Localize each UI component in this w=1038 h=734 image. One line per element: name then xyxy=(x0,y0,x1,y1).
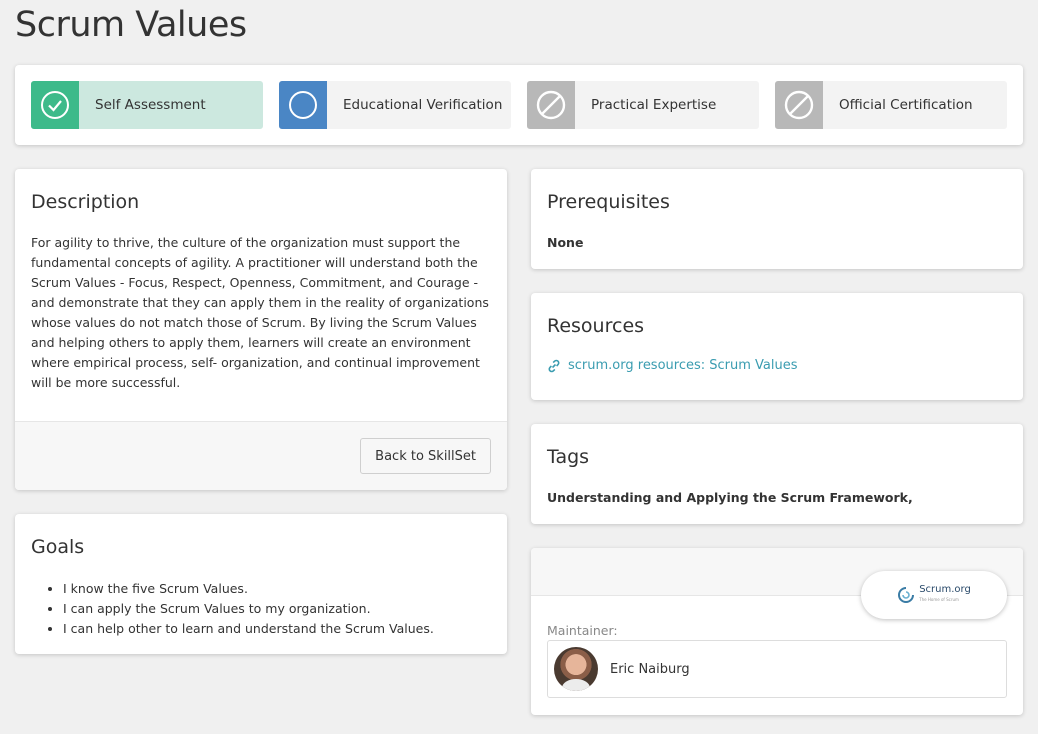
description-text: For agility to thrive, the culture of th… xyxy=(31,235,489,390)
maintainer-card: Scrum.org The Home of Scrum Maintainer: E… xyxy=(531,548,1023,715)
stage-official-certification[interactable]: Official Certification xyxy=(775,81,1007,129)
stage-label: Practical Expertise xyxy=(591,97,717,113)
page-title: Scrum Values xyxy=(15,5,247,45)
circle-icon xyxy=(279,81,327,129)
list-item: I can help other to learn and understand… xyxy=(63,619,434,639)
check-circle-icon xyxy=(31,81,79,129)
list-item: I know the five Scrum Values. xyxy=(63,579,434,599)
logo-text: Scrum.org xyxy=(919,584,971,595)
stage-educational-verification[interactable]: Educational Verification xyxy=(279,81,511,129)
maintainer-label: Maintainer: xyxy=(547,623,618,638)
stage-practical-expertise[interactable]: Practical Expertise xyxy=(527,81,759,129)
stage-label: Educational Verification xyxy=(343,97,503,113)
scrum-org-logo[interactable]: Scrum.org The Home of Scrum xyxy=(861,571,1007,619)
prerequisites-value: None xyxy=(547,235,584,250)
maintainer-person[interactable]: Eric Naiburg xyxy=(547,640,1007,698)
resources-heading: Resources xyxy=(547,315,645,337)
resource-link[interactable]: scrum.org resources: Scrum Values xyxy=(547,358,798,373)
tags-value: Understanding and Applying the Scrum Fra… xyxy=(547,490,913,505)
list-item: I can apply the Scrum Values to my organ… xyxy=(63,599,434,619)
link-icon xyxy=(548,359,560,372)
stage-label: Official Certification xyxy=(839,97,973,113)
resource-link-label: scrum.org resources: Scrum Values xyxy=(568,358,798,373)
tags-card: Tags Understanding and Applying the Scru… xyxy=(531,424,1023,524)
maintainer-name: Eric Naiburg xyxy=(610,661,690,677)
tags-heading: Tags xyxy=(547,446,590,468)
prerequisites-card: Prerequisites None xyxy=(531,169,1023,269)
stage-self-assessment[interactable]: Self Assessment xyxy=(31,81,263,129)
goals-list: I know the five Scrum Values. I can appl… xyxy=(63,579,434,639)
back-to-skillset-button[interactable]: Back to SkillSet xyxy=(360,438,491,474)
goals-card: Goals I know the five Scrum Values. I ca… xyxy=(15,514,507,654)
ban-icon xyxy=(527,81,575,129)
scrum-swirl-icon xyxy=(898,587,915,603)
ban-icon xyxy=(775,81,823,129)
avatar xyxy=(554,647,598,691)
description-card: Description For agility to thrive, the c… xyxy=(15,169,507,490)
goals-heading: Goals xyxy=(31,536,85,558)
logo-subtext: The Home of Scrum xyxy=(919,597,959,602)
resources-card: Resources scrum.org resources: Scrum Val… xyxy=(531,293,1023,400)
stage-panel: Self Assessment Educational Verification… xyxy=(15,65,1023,145)
description-heading: Description xyxy=(31,191,140,213)
stage-label: Self Assessment xyxy=(95,97,206,113)
prerequisites-heading: Prerequisites xyxy=(547,191,670,213)
description-footer: Back to SkillSet xyxy=(15,421,507,490)
